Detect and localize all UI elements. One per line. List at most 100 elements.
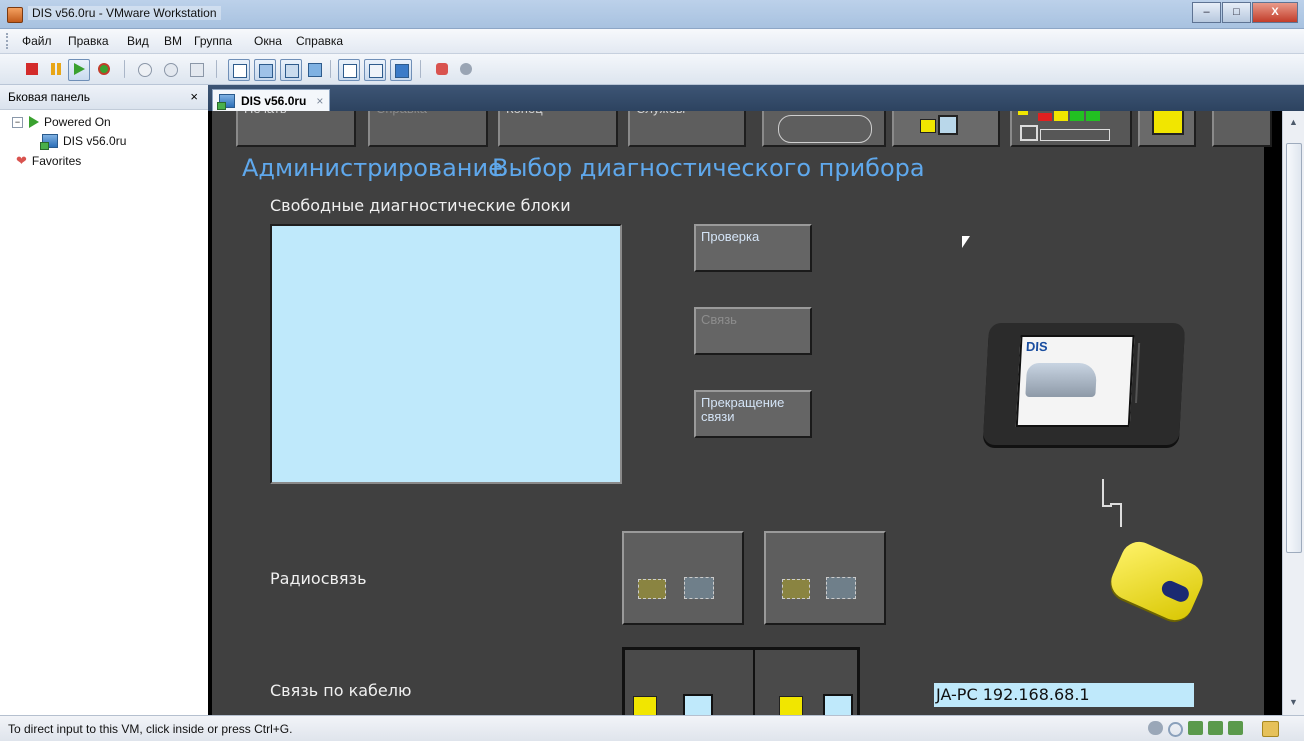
preferences-icon[interactable] (456, 59, 476, 79)
menu-vm[interactable]: ВМ (164, 34, 182, 48)
free-blocks-list[interactable] (270, 224, 622, 484)
collapse-icon[interactable]: − (12, 116, 23, 128)
unity-icon[interactable] (304, 59, 324, 79)
end-button[interactable]: Конец (498, 111, 618, 147)
menu-windows[interactable]: Окна (254, 34, 282, 48)
thumbnail-view-icon[interactable] (364, 59, 386, 81)
cd-drive-icon[interactable] (1168, 722, 1183, 737)
connect-button[interactable]: Связь (694, 307, 812, 355)
stretch-view-icon[interactable] (390, 59, 412, 81)
mouse-cursor-icon (962, 236, 970, 248)
status-red-icon (1038, 113, 1052, 121)
vm-tab-strip: DIS v56.0ru × (208, 85, 1304, 111)
snapshot-icon[interactable] (134, 59, 154, 79)
fullscreen-icon[interactable] (254, 59, 276, 81)
vm-icon (217, 93, 235, 110)
status-green-bar-icon (1070, 111, 1084, 121)
connector-button[interactable] (1138, 111, 1196, 147)
print-button[interactable]: Печать (236, 111, 356, 147)
scroll-down-icon[interactable]: ▼ (1289, 697, 1298, 707)
menu-view[interactable]: Вид (127, 34, 149, 48)
bar-outline-icon (1040, 129, 1110, 141)
sidebar-close-icon[interactable]: × (190, 85, 198, 109)
usb-controller-icon[interactable] (1208, 721, 1223, 735)
host-ip-field[interactable]: JA-PC 192.168.68.1 (934, 683, 1194, 707)
hard-disk-icon[interactable] (1148, 721, 1163, 735)
tree-item-favorites[interactable]: ❤ Favorites (16, 153, 81, 169)
tab-close-icon[interactable]: × (316, 94, 323, 108)
tab-label: DIS v56.0ru (241, 93, 307, 108)
window-title: DIS v56.0ru - VMware Workstation (28, 6, 221, 20)
message-log-icon[interactable] (1262, 721, 1279, 737)
menu-group[interactable]: Группа (194, 34, 232, 48)
tree-item-label: Favorites (31, 154, 82, 168)
signal-status-button[interactable] (1010, 111, 1132, 147)
tablet-brand: DIS (1025, 339, 1049, 354)
status-yellow-icon (1018, 111, 1028, 115)
sidebar-title: Бковая панель (8, 90, 91, 104)
toolbar-separator (330, 60, 331, 78)
vm-console[interactable]: Печать Справка Конец Службы Администриро… (208, 111, 1282, 715)
screen-icon (823, 694, 853, 715)
tree-item-label: Powered On (44, 115, 111, 129)
dis-tablet-image: DIS (982, 323, 1186, 445)
suspend-button[interactable] (46, 59, 66, 79)
sound-card-icon[interactable] (1228, 721, 1243, 735)
maximize-button[interactable]: □ (1222, 2, 1251, 23)
radio-wlan-button[interactable] (622, 531, 744, 625)
power-on-button[interactable] (68, 59, 90, 81)
adapter-dim-icon (782, 579, 810, 599)
status-bar: To direct input to this VM, click inside… (0, 715, 1304, 741)
screen-dim-icon (684, 577, 714, 599)
disconnect-button[interactable]: Прекращение связи (694, 390, 812, 438)
screen-outline-icon (1020, 125, 1038, 141)
tree-item-powered-on[interactable]: − Powered On (12, 115, 111, 129)
console-view-icon[interactable] (338, 59, 360, 81)
tree-item-label: DIS v56.0ru (63, 134, 127, 148)
show-sidebar-icon[interactable] (228, 59, 250, 81)
menu-edit[interactable]: Правка (68, 34, 109, 48)
car-image (1025, 363, 1098, 397)
scroll-thumb[interactable] (1286, 143, 1302, 553)
quick-switch-icon[interactable] (280, 59, 302, 81)
menubar-grip (6, 33, 11, 49)
revert-snapshot-icon[interactable] (160, 59, 180, 79)
snapshot-manager-icon[interactable] (186, 59, 206, 79)
power-off-button[interactable] (22, 59, 42, 79)
help-button[interactable]: Справка (368, 111, 488, 147)
scroll-up-icon[interactable]: ▲ (1289, 117, 1298, 127)
network-adapter-icon[interactable] (1188, 721, 1203, 735)
dis-application-screen[interactable]: Печать Справка Конец Службы Администриро… (212, 111, 1272, 715)
status-yellow-bar-icon (1054, 111, 1068, 121)
device-connection-button[interactable] (892, 111, 1000, 147)
screen-dim-icon (826, 577, 856, 599)
check-button[interactable]: Проверка (694, 224, 812, 272)
cable-label: Связь по кабелю (270, 681, 412, 700)
status-green-bar-icon (1086, 111, 1100, 121)
tablet-keys (1135, 343, 1159, 403)
minimize-button[interactable]: – (1192, 2, 1221, 23)
yellow-adapter-image (1105, 536, 1209, 626)
cable-connection-options[interactable] (622, 647, 860, 715)
menu-help[interactable]: Справка (296, 34, 343, 48)
free-blocks-label: Свободные диагностические блоки (270, 196, 571, 215)
toolbar (0, 54, 1304, 85)
close-button[interactable]: X (1252, 2, 1298, 23)
powered-on-icon (29, 116, 39, 128)
reset-button[interactable] (94, 59, 114, 79)
extra-button[interactable] (1212, 111, 1272, 147)
header-administration[interactable]: Администрирование (242, 154, 503, 182)
services-button[interactable]: Службы (628, 111, 746, 147)
divider (753, 650, 755, 715)
toolbar-separator (124, 60, 125, 78)
header-device-selection: Выбор диагностического прибора (492, 154, 925, 182)
radio-direct-button[interactable] (764, 531, 886, 625)
menu-file[interactable]: Файл (22, 34, 52, 48)
cylinder-icon (778, 115, 872, 143)
tab-dis-vm[interactable]: DIS v56.0ru × (212, 89, 330, 111)
vm-vertical-scrollbar[interactable]: ▲ ▼ (1282, 111, 1304, 715)
window-titlebar: DIS v56.0ru - VMware Workstation – □ X (0, 0, 1304, 29)
tree-item-vm[interactable]: DIS v56.0ru (40, 134, 127, 150)
shared-folders-icon[interactable] (432, 59, 452, 79)
sidebar-header: Бковая панель × (0, 85, 208, 110)
